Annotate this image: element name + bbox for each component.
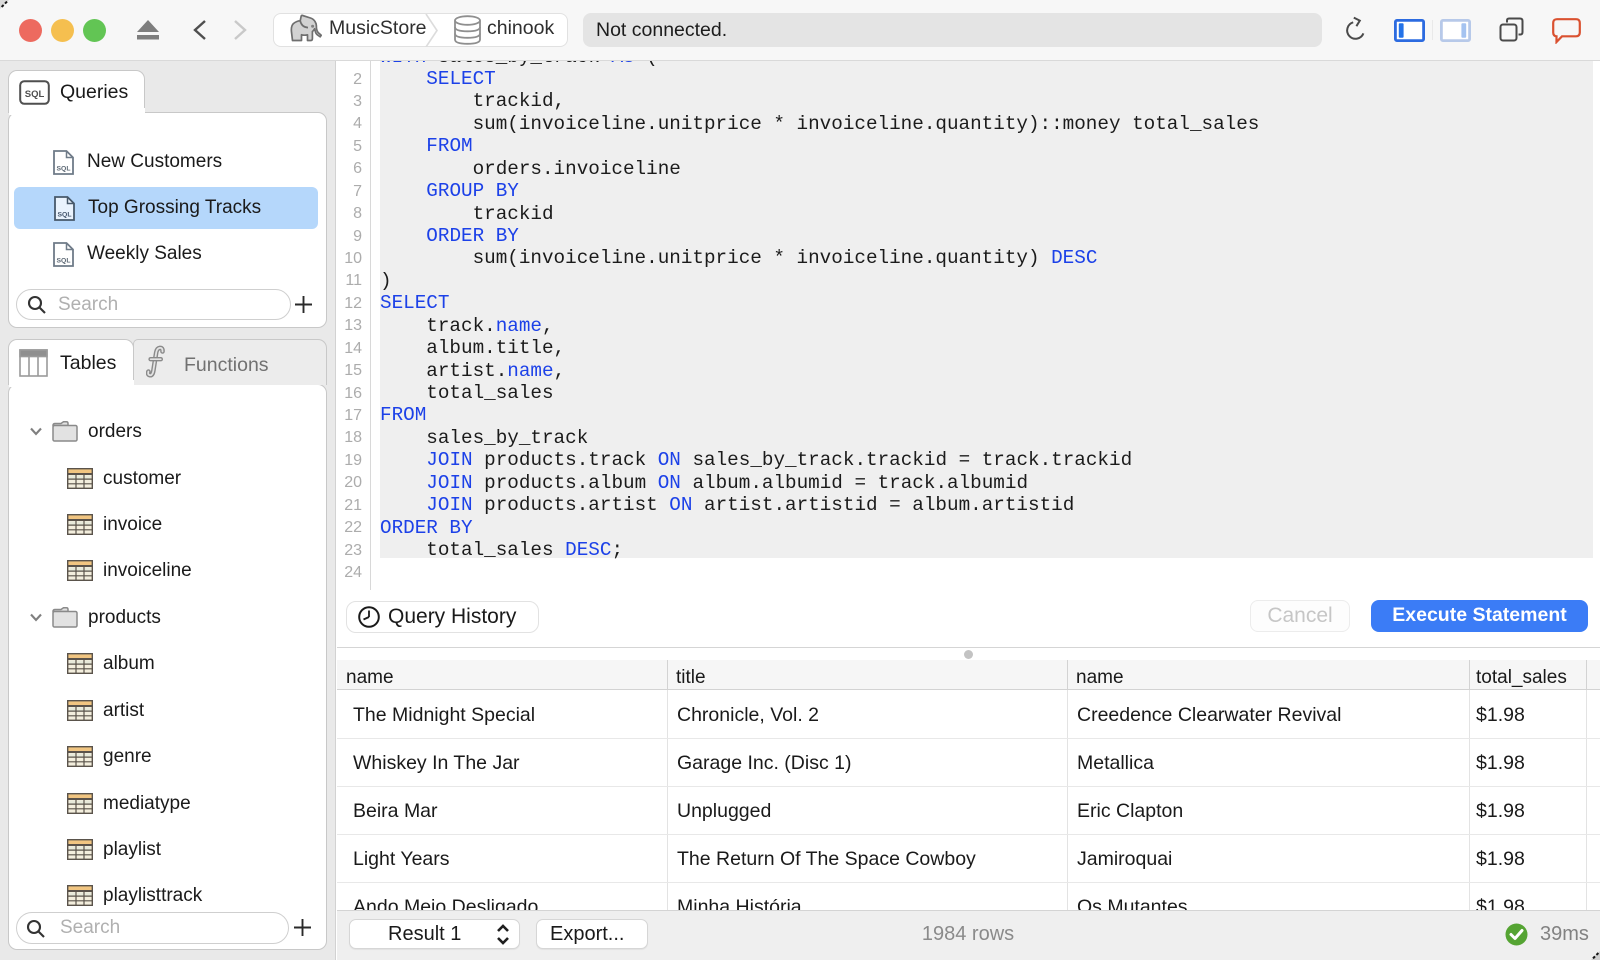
svg-text:SQL: SQL <box>57 166 71 173</box>
svg-text:SQL: SQL <box>58 212 72 219</box>
svg-text:SQL: SQL <box>25 89 45 100</box>
svg-text:SQL: SQL <box>57 258 71 265</box>
